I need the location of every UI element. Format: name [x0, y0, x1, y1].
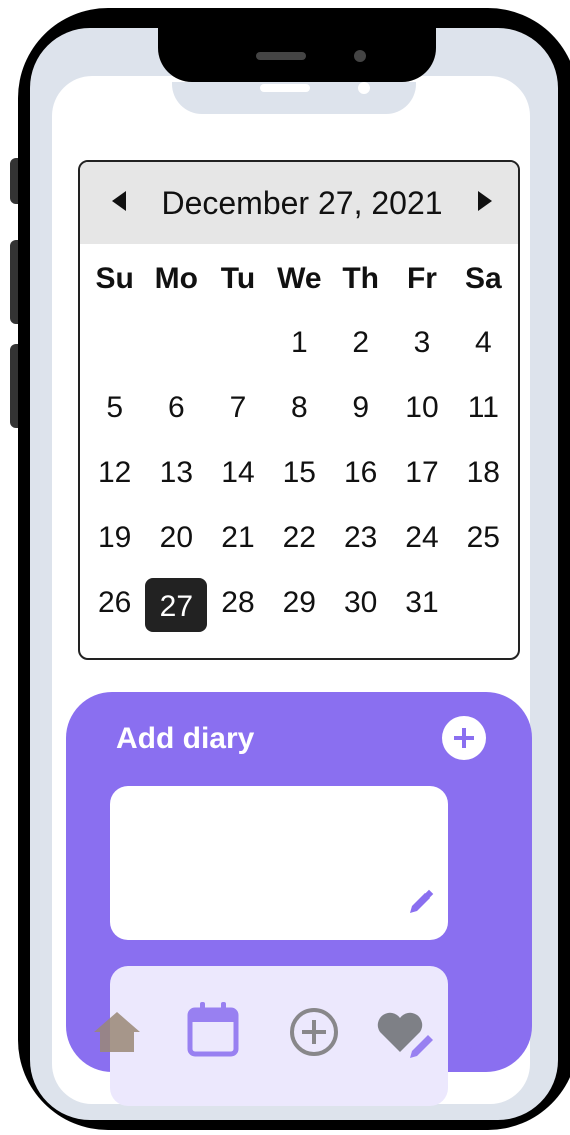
calendar-day-label: 30 — [343, 586, 378, 619]
calendar-day[interactable]: 14 — [207, 440, 268, 505]
calendar-day-label: 26 — [97, 586, 132, 619]
calendar-day-label: 10 — [405, 391, 439, 424]
calendar-day-empty — [84, 310, 145, 375]
calendar-day-label: 20 — [159, 521, 194, 554]
bottom-navigation — [86, 1000, 526, 1070]
calendar-day[interactable]: 9 — [330, 375, 391, 440]
calendar-day[interactable]: 8 — [269, 375, 330, 440]
calendar-day-label: 11 — [467, 391, 499, 424]
calendar-day-label: 16 — [343, 456, 378, 489]
calendar-day-label: 2 — [352, 326, 369, 359]
calendar-day-label: 21 — [221, 521, 255, 554]
calendar-day[interactable]: 6 — [145, 375, 207, 440]
calendar-day-selected[interactable]: 27 — [145, 570, 208, 635]
calendar-day-label: 23 — [343, 521, 378, 554]
calendar-day-label: 29 — [282, 586, 316, 619]
weekday-label: We — [277, 262, 322, 295]
calendar-day[interactable]: 31 — [391, 570, 452, 635]
calendar-day[interactable]: 24 — [391, 505, 452, 570]
calendar-month-label: December 27, 2021 — [161, 184, 443, 221]
calendar-day[interactable]: 10 — [391, 375, 452, 440]
notch-shadow — [172, 82, 416, 114]
calendar-day[interactable]: 12 — [84, 440, 145, 505]
calendar-day[interactable]: 26 — [84, 570, 145, 635]
weekday-label: Mo — [154, 262, 198, 295]
calendar-day[interactable]: 21 — [207, 505, 268, 570]
calendar-day[interactable]: 16 — [330, 440, 391, 505]
calendar-day-empty — [145, 310, 207, 375]
plus-circle-icon[interactable] — [442, 716, 486, 760]
weekday-label: Sa — [464, 262, 502, 295]
calendar-day-label: 28 — [221, 586, 255, 619]
calendar-day[interactable]: 2 — [330, 310, 391, 375]
calendar-day-label: 12 — [97, 456, 132, 489]
calendar-day[interactable]: 18 — [453, 440, 514, 505]
calendar-day-label: 17 — [405, 456, 439, 489]
calendar-day[interactable]: 13 — [145, 440, 207, 505]
calendar-icon[interactable] — [186, 1000, 240, 1063]
calendar-day-label: 18 — [466, 456, 500, 489]
calendar-day-empty — [453, 570, 514, 635]
calendar-day-label: 22 — [282, 521, 316, 554]
weekday-label: Su — [95, 262, 134, 295]
calendar-day-label: 24 — [405, 521, 439, 554]
chevron-left-icon[interactable] — [110, 188, 128, 219]
heart-edit-icon[interactable] — [376, 1010, 440, 1067]
diary-entry-card[interactable] — [110, 786, 448, 940]
calendar-day[interactable]: 23 — [330, 505, 391, 570]
calendar-day[interactable]: 1 — [269, 310, 330, 375]
calendar-day-label: 9 — [352, 391, 369, 424]
calendar-day-label: 14 — [221, 456, 255, 489]
calendar-day[interactable]: 28 — [207, 570, 268, 635]
add-circle-icon[interactable] — [288, 1006, 340, 1063]
weekday-label: Fr — [406, 262, 437, 295]
calendar-day[interactable]: 20 — [145, 505, 207, 570]
speaker — [256, 52, 306, 60]
calendar-day[interactable]: 17 — [391, 440, 452, 505]
calendar-day-label: 6 — [167, 391, 185, 424]
calendar-day-empty — [207, 310, 268, 375]
calendar-day-label: 5 — [106, 391, 123, 424]
calendar-day[interactable]: 11 — [453, 375, 514, 440]
calendar-day[interactable]: 29 — [269, 570, 330, 635]
calendar-day[interactable]: 25 — [453, 505, 514, 570]
calendar-day[interactable]: 4 — [453, 310, 514, 375]
pencil-icon[interactable] — [406, 889, 434, 922]
chevron-right-icon[interactable] — [476, 188, 494, 219]
calendar-day[interactable]: 22 — [269, 505, 330, 570]
calendar-day-label: 4 — [474, 326, 492, 359]
date-picker-calendar: December 27, 2021 Su Mo Tu We Th Fr Sa 1 2 3 4 5 6 7 8… — [78, 160, 520, 660]
calendar-day-label: 27 — [145, 578, 208, 632]
calendar-day-label: 15 — [282, 456, 316, 489]
calendar-day[interactable]: 5 — [84, 375, 145, 440]
weekday-label: Tu — [220, 262, 256, 295]
calendar-day[interactable]: 19 — [84, 505, 145, 570]
calendar-day[interactable]: 15 — [269, 440, 330, 505]
calendar-day-label: 7 — [229, 391, 247, 424]
calendar-day[interactable]: 7 — [207, 375, 268, 440]
calendar-day-label: 31 — [405, 586, 439, 619]
camera — [354, 50, 366, 62]
diary-title: Add diary — [116, 722, 255, 755]
phone-notch — [158, 28, 436, 82]
calendar-grid: Su Mo Tu We Th Fr Sa 1 2 3 4 5 6 7 8 9 10 11 12 13 14 15 16 17 1… — [80, 244, 518, 635]
calendar-day-label: 3 — [413, 326, 431, 359]
calendar-day-label: 25 — [466, 521, 500, 554]
profile-icon[interactable] — [464, 1010, 512, 1063]
calendar-day-label: 13 — [159, 456, 194, 489]
calendar-day-label: 19 — [97, 521, 132, 554]
calendar-header: December 27, 2021 — [80, 162, 518, 244]
calendar-day[interactable]: 3 — [391, 310, 452, 375]
weekday-label: Th — [342, 262, 379, 295]
calendar-day-label: 1 — [290, 326, 308, 359]
calendar-day[interactable]: 30 — [330, 570, 391, 635]
home-icon[interactable] — [92, 1010, 142, 1059]
calendar-day-label: 8 — [290, 391, 308, 424]
